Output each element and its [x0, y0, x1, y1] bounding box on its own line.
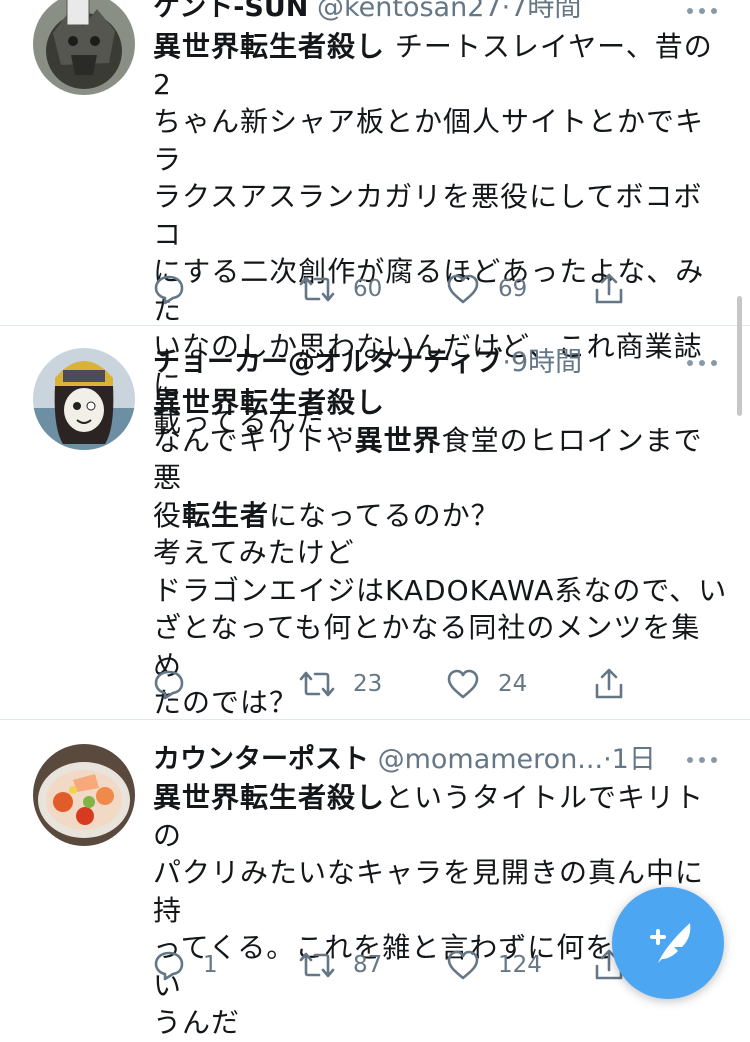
separator-dot: ·	[603, 744, 612, 775]
display-name[interactable]: チョーカー@オルタナティブ	[153, 347, 502, 378]
highlighted-term: 異世界転生者殺し	[153, 386, 386, 419]
text-line: なんでキリトや異世界食堂のヒロインまで悪	[153, 422, 728, 497]
reply-icon	[154, 951, 184, 981]
text-segment: ラクスアスランカガリを悪役にしてボコボコ	[153, 180, 703, 251]
more-icon[interactable]	[684, 356, 720, 370]
avatar[interactable]	[33, 348, 135, 450]
share-button[interactable]	[593, 269, 625, 309]
text-line: ラクスアスランカガリを悪役にしてボコボコ	[153, 178, 728, 253]
highlighted-term: 転生者	[182, 498, 270, 532]
retweet-icon	[299, 671, 335, 697]
user-handle[interactable]: @momameron...	[378, 744, 603, 775]
like-icon	[447, 950, 479, 980]
timestamp[interactable]: 1日	[612, 744, 656, 775]
tweet-header: カウンターポスト @momameron...·1日	[153, 740, 656, 780]
avatar[interactable]	[33, 0, 135, 95]
like-count: 24	[498, 671, 528, 697]
retweet-icon	[299, 952, 335, 978]
retweet-count: 23	[353, 671, 383, 697]
text-line: 異世界転生者殺し チートスレイヤー、昔の2	[153, 28, 728, 103]
text-line: 役転生者になってるのか？	[153, 497, 728, 535]
reply-count: 1	[203, 952, 218, 978]
tweet-header: ケント-SUN @kentosan27·7時間	[153, 0, 581, 28]
action-bar: 60 69	[150, 269, 650, 309]
like-icon	[447, 274, 479, 304]
text-line: 異世界転生者殺し	[153, 384, 728, 422]
text-segment: ちゃん新シャア板とか個人サイトとかでキラ	[153, 105, 705, 176]
retweet-count: 60	[353, 276, 383, 302]
reply-button[interactable]	[153, 664, 203, 704]
share-icon	[595, 668, 623, 699]
like-icon	[447, 669, 479, 699]
like-button[interactable]: 69	[446, 269, 527, 309]
share-icon	[595, 273, 623, 304]
action-bar: 1 87 124	[150, 945, 650, 985]
text-line: ドラゴンエイジはKADOKAWA系なので、い	[153, 572, 728, 610]
highlighted-term: 異世界転生者殺し	[153, 30, 386, 63]
highlighted-term: 異世界転生者殺し	[153, 781, 386, 814]
like-count: 69	[498, 276, 528, 302]
text-line: 考えてみたけど	[153, 534, 728, 572]
text-line: ちゃん新シャア板とか個人サイトとかでキラ	[153, 103, 728, 178]
scrollbar[interactable]	[737, 296, 742, 416]
tweet-2[interactable]: チョーカー@オルタナティブ·9時間 異世界転生者殺し なんでキリトや異世界食堂のヒ…	[0, 326, 750, 719]
reply-icon	[154, 275, 184, 305]
share-button[interactable]	[593, 664, 625, 704]
reply-button[interactable]	[153, 269, 203, 309]
text-segment: 考えてみたけど	[153, 536, 355, 569]
reply-button[interactable]: 1	[153, 945, 218, 985]
retweet-count: 87	[353, 952, 383, 978]
like-button[interactable]: 24	[446, 664, 527, 704]
display-name[interactable]: ケント-SUN	[153, 0, 308, 23]
more-icon[interactable]	[684, 753, 720, 767]
text-line: 異世界転生者殺しというタイトルでキリトの	[153, 779, 728, 854]
user-handle[interactable]: @kentosan27	[317, 0, 502, 23]
action-bar: 23 24	[150, 664, 650, 704]
more-icon[interactable]	[684, 4, 720, 18]
tweet-1[interactable]: ケント-SUN @kentosan27·7時間 異世界転生者殺し チートスレイヤ…	[0, 0, 750, 438]
timestamp[interactable]: 7時間	[510, 0, 581, 23]
text-segment: ドラゴンエイジはKADOKAWA系なので、い	[153, 573, 728, 607]
retweet-button[interactable]: 60	[299, 269, 382, 309]
text-line: うんだ	[153, 1004, 728, 1042]
compose-icon	[650, 923, 691, 963]
display-name[interactable]: カウンターポスト	[153, 744, 369, 775]
reply-icon	[154, 670, 184, 700]
avatar[interactable]	[33, 744, 135, 846]
retweet-icon	[299, 276, 335, 302]
retweet-button[interactable]: 23	[299, 664, 382, 704]
separator-dot: ·	[502, 347, 511, 378]
highlighted-term: 異世界	[354, 423, 442, 457]
like-count: 124	[498, 952, 542, 978]
text-segment: うんだ	[153, 1006, 241, 1039]
text-segment: になってるのか？	[269, 498, 500, 532]
separator-dot: ·	[501, 0, 511, 23]
text-segment: 役	[153, 498, 183, 532]
text-segment: なんでキリトや	[153, 423, 355, 457]
compose-tweet-button[interactable]	[612, 887, 724, 999]
tweet-header: チョーカー@オルタナティブ·9時間	[153, 343, 582, 383]
retweet-button[interactable]: 87	[299, 945, 382, 985]
like-button[interactable]: 124	[446, 945, 542, 985]
timestamp[interactable]: 9時間	[511, 347, 582, 378]
